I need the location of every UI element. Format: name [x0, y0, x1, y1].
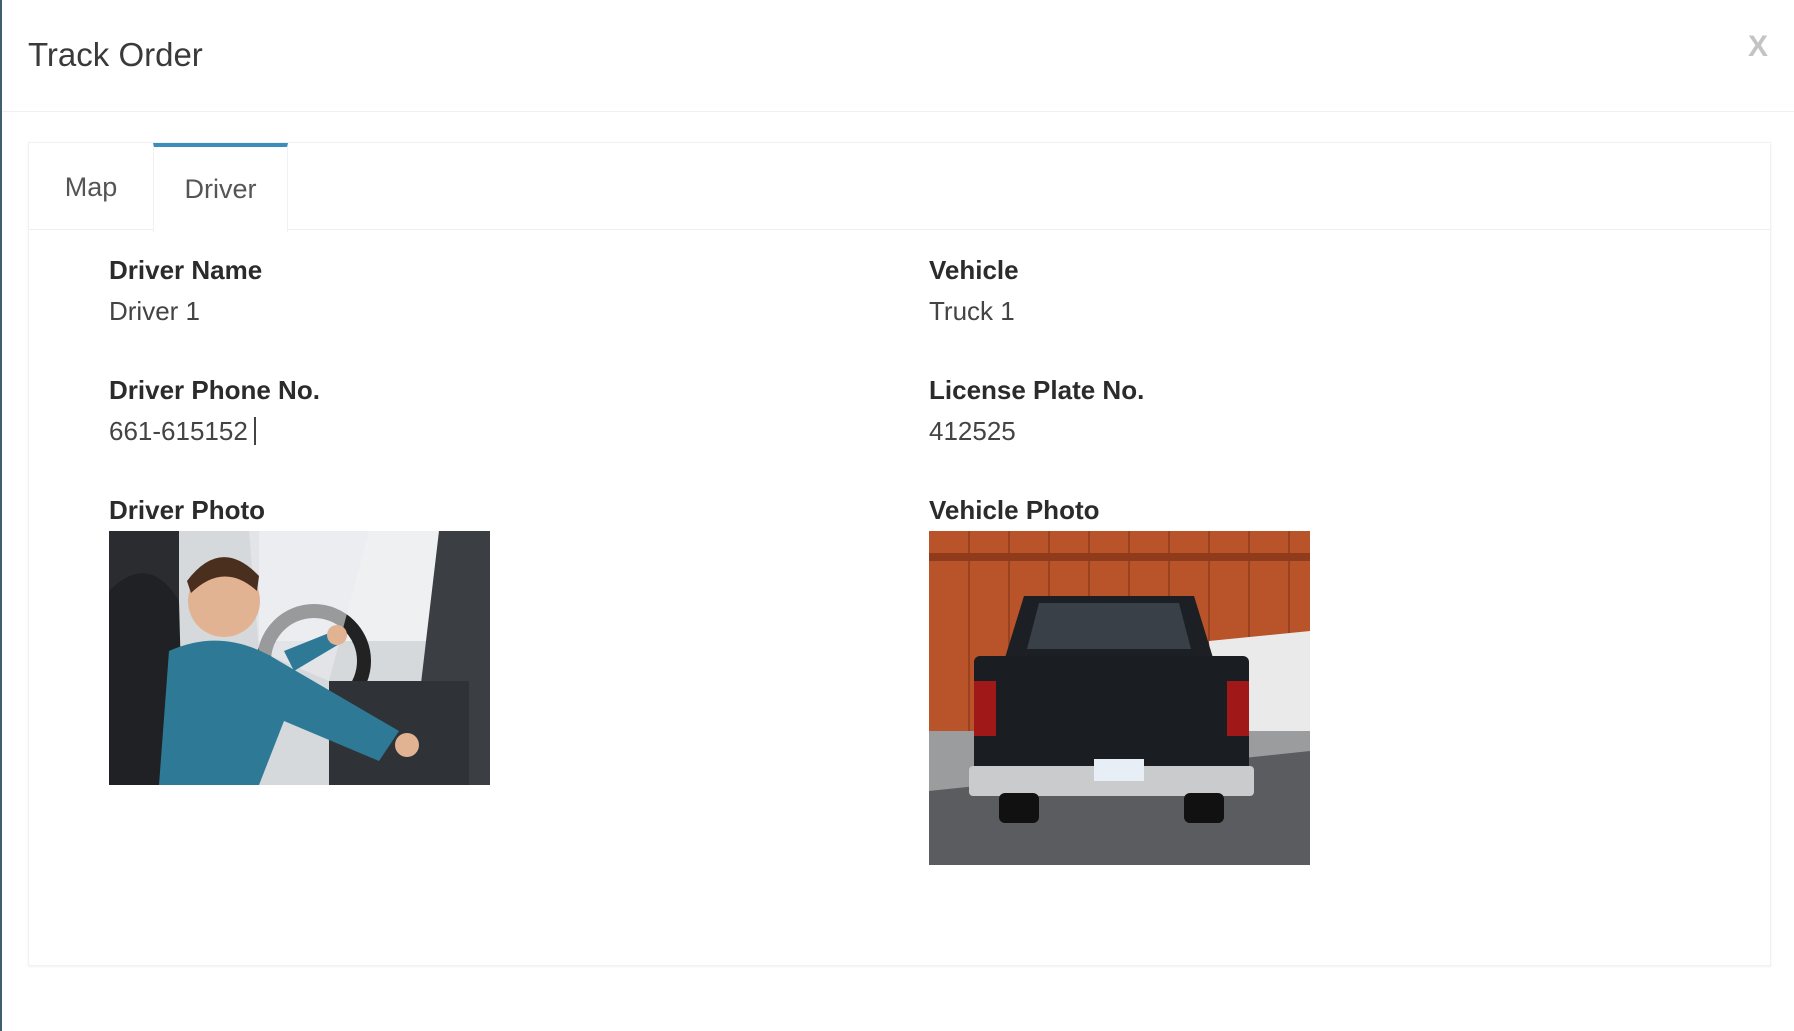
vehicle-value: Truck 1 [929, 296, 1015, 326]
driver-phone-field[interactable]: 661-615152 [109, 416, 256, 447]
vehicle-photo [929, 531, 1310, 865]
modal-header: Track Order X [2, 0, 1794, 112]
modal-title: Track Order [28, 36, 203, 73]
driver-photo-illustration [109, 531, 490, 785]
track-order-modal: Track Order X Map Driver Driver Name Dri… [2, 0, 1794, 1031]
tab-bar: Map Driver [29, 143, 1770, 232]
license-plate-label: License Plate No. [929, 375, 1145, 405]
driver-phone-value: 661-615152 [109, 416, 248, 446]
vehicle-photo-illustration [929, 531, 1310, 865]
tab-driver[interactable]: Driver [153, 143, 288, 232]
text-cursor [253, 417, 256, 445]
vehicle-photo-label: Vehicle Photo [929, 495, 1100, 525]
driver-name-label: Driver Name [109, 255, 263, 285]
driver-photo [109, 531, 490, 785]
tab-panel-card: Map Driver Driver Name Driver 1 Driver P… [28, 142, 1771, 966]
driver-phone-label: Driver Phone No. [109, 375, 320, 405]
driver-name-value: Driver 1 [109, 296, 201, 326]
vehicle-label: Vehicle [929, 255, 1019, 285]
driver-photo-label: Driver Photo [109, 495, 266, 525]
tab-map[interactable]: Map [29, 143, 153, 231]
close-button[interactable]: X [1748, 32, 1768, 62]
license-plate-value: 412525 [929, 416, 1016, 446]
